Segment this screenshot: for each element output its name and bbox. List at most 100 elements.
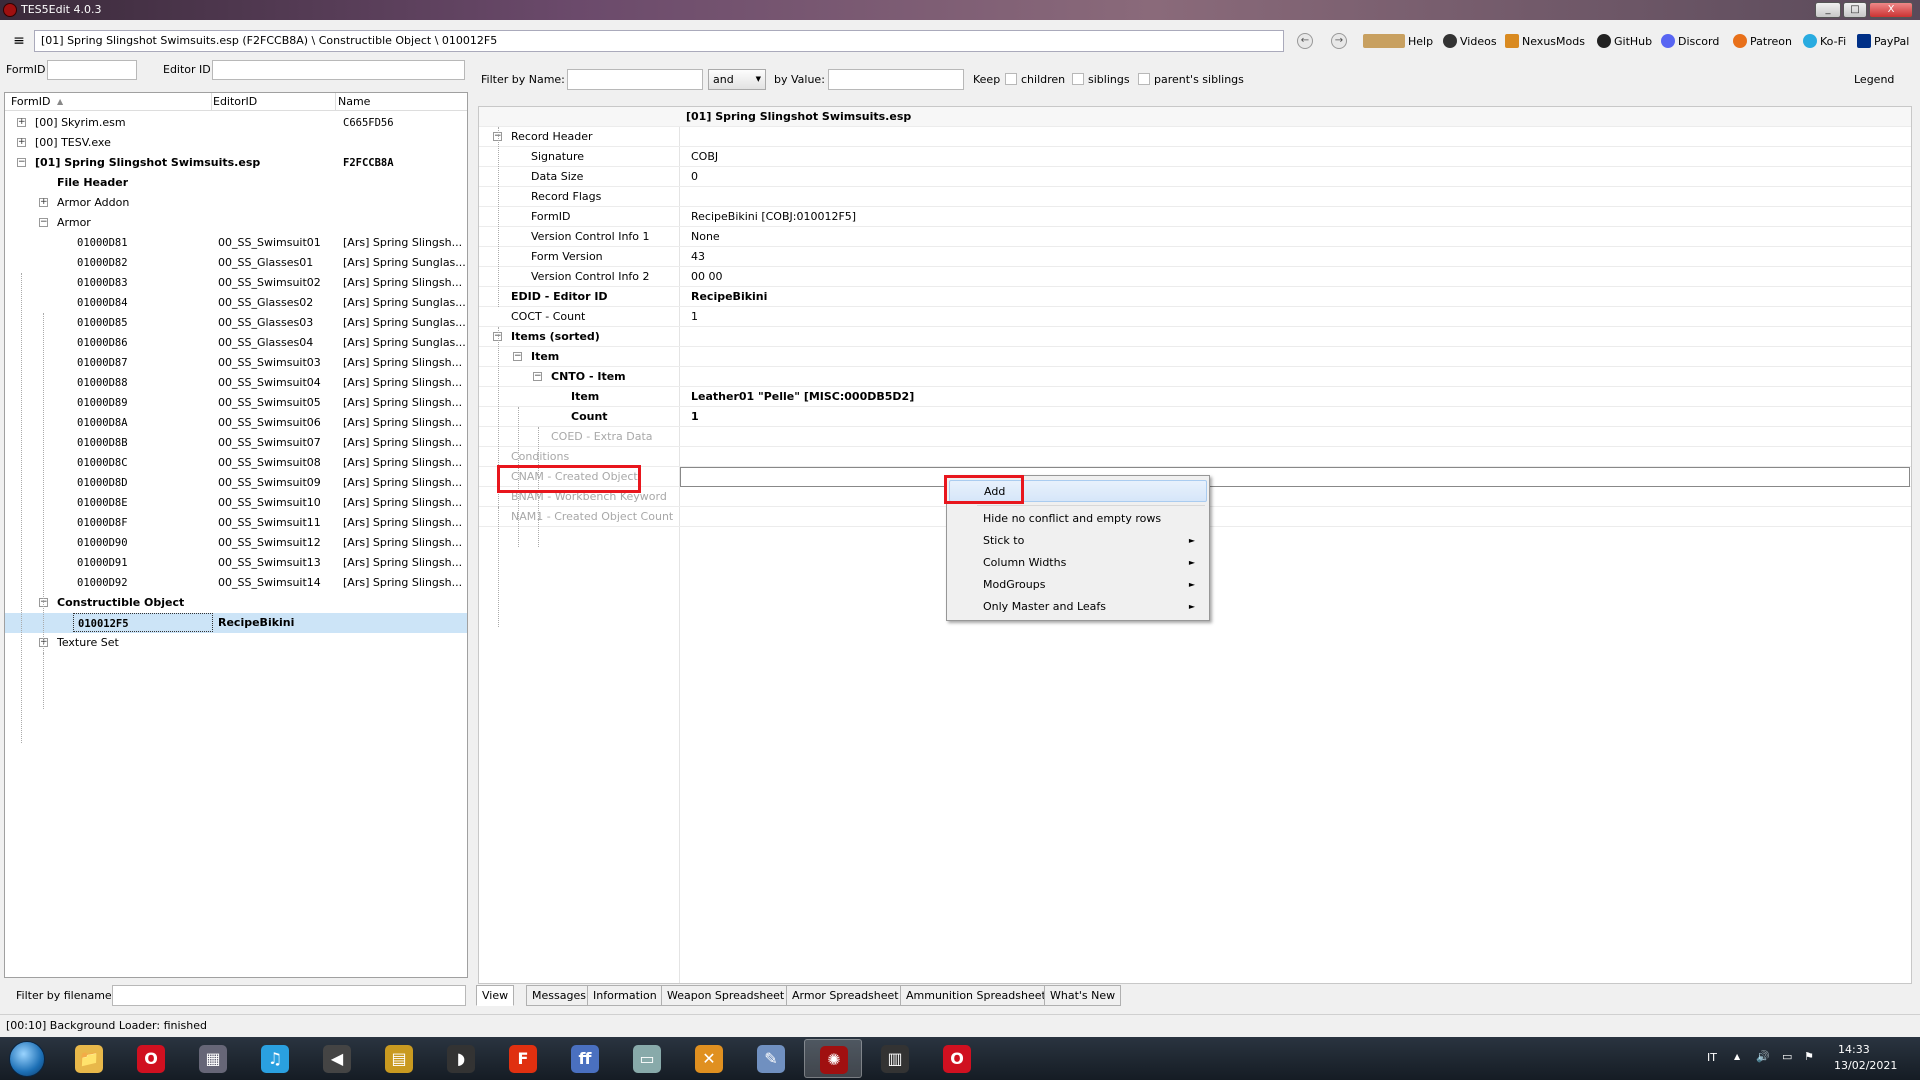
tree-row[interactable]: 01000D8B 00_SS_Swimsuit07 [Ars] Spring Sli…	[5, 433, 467, 453]
menu-item-hide-no-conflict-and-empty-rows[interactable]: Hide no conflict and empty rows	[949, 508, 1207, 530]
grid-row[interactable]: Form Version 43	[479, 247, 1911, 267]
taskbar-app-shield[interactable]: ◗	[432, 1039, 490, 1078]
formid-input[interactable]	[47, 60, 137, 80]
paypal-link[interactable]: PayPal	[1857, 34, 1909, 50]
collapse-icon[interactable]: −	[513, 352, 522, 361]
grid-row[interactable]: Count 1	[479, 407, 1911, 427]
tree-row[interactable]: File Header	[5, 173, 467, 193]
tree-row[interactable]: + [00] Skyrim.esm C665FD56	[5, 113, 467, 133]
github-link[interactable]: GitHub	[1597, 34, 1652, 50]
grid-row[interactable]: Item Leather01 "Pelle" [MISC:000DB5D2]	[479, 387, 1911, 407]
tree-row[interactable]: 01000D84 00_SS_Glasses02 [Ars] Spring Sung…	[5, 293, 467, 313]
tab-information[interactable]: Information	[587, 985, 663, 1006]
clock-time[interactable]: 14:33	[1838, 1043, 1870, 1056]
taskbar-app-speaker[interactable]: ◀	[308, 1039, 366, 1078]
tree-row[interactable]: 010012F5 RecipeBikini	[5, 613, 467, 633]
taskbar-app-opera2[interactable]: O	[928, 1039, 986, 1078]
menu-item-stick-to[interactable]: Stick to ►	[949, 530, 1207, 552]
taskbar-app-quill[interactable]: ✎	[742, 1039, 800, 1078]
name-column-header[interactable]: Name	[338, 93, 370, 111]
tab-ammunition-spreadsheet[interactable]: Ammunition Spreadsheet	[900, 985, 1052, 1006]
tree-row[interactable]: 01000D8D 00_SS_Swimsuit09 [Ars] Spring Sli…	[5, 473, 467, 493]
keep-siblings-checkbox[interactable]	[1072, 73, 1084, 85]
tree-row[interactable]: + [00] TESV.exe	[5, 133, 467, 153]
expand-icon[interactable]: +	[17, 118, 26, 127]
formid-column-header[interactable]: FormID	[11, 93, 50, 111]
back-icon[interactable]: ←	[1297, 33, 1313, 49]
action-center-flag-icon[interactable]: ⚑	[1804, 1050, 1814, 1063]
show-hidden-icons-icon[interactable]: ▲	[1734, 1052, 1740, 1061]
window-title-bar[interactable]: TES5Edit 4.0.3 _ □ X	[0, 0, 1920, 20]
videos-link[interactable]: Videos	[1443, 34, 1497, 50]
expand-icon[interactable]: +	[39, 198, 48, 207]
tree-row[interactable]: 01000D8A 00_SS_Swimsuit06 [Ars] Spring Sli…	[5, 413, 467, 433]
tree-row[interactable]: 01000D8F 00_SS_Swimsuit11 [Ars] Spring Sli…	[5, 513, 467, 533]
cnam-value-cell[interactable]	[680, 467, 1910, 487]
logic-operator-select[interactable]: and ▼	[708, 69, 766, 90]
tree-row[interactable]: 01000D82 00_SS_Glasses01 [Ars] Spring Sung…	[5, 253, 467, 273]
record-tree[interactable]: FormID ▲ EditorID Name + [00] Skyrim.esm C…	[4, 92, 468, 978]
filter-by-name-input[interactable]	[567, 69, 703, 90]
network-icon[interactable]: ▭	[1782, 1050, 1792, 1063]
main-menu-icon[interactable]: ≡	[12, 34, 26, 48]
tree-row[interactable]: 01000D89 00_SS_Swimsuit05 [Ars] Spring Sli…	[5, 393, 467, 413]
minimize-button[interactable]: _	[1815, 2, 1841, 18]
keep-children-checkbox[interactable]	[1005, 73, 1017, 85]
menu-item-modgroups[interactable]: ModGroups ►	[949, 574, 1207, 596]
grid-row[interactable]: COCT - Count 1	[479, 307, 1911, 327]
collapse-icon[interactable]: −	[39, 218, 48, 227]
forward-icon[interactable]: →	[1331, 33, 1347, 49]
collapse-icon[interactable]: −	[17, 158, 26, 167]
menu-item-only-master-and-leafs[interactable]: Only Master and Leafs ►	[949, 596, 1207, 618]
tab-what-s-new[interactable]: What's New	[1044, 985, 1122, 1006]
tree-row[interactable]: 01000D83 00_SS_Swimsuit02 [Ars] Spring Sli…	[5, 273, 467, 293]
tab-weapon-spreadsheet[interactable]: Weapon Spreadsheet	[661, 985, 791, 1006]
legend-button[interactable]: Legend	[1854, 71, 1894, 89]
tab-view[interactable]: View	[476, 985, 515, 1006]
tree-row[interactable]: 01000D81 00_SS_Swimsuit01 [Ars] Spring Sli…	[5, 233, 467, 253]
tree-row[interactable]: + Armor Addon	[5, 193, 467, 213]
tree-row[interactable]: 01000D87 00_SS_Swimsuit03 [Ars] Spring Sli…	[5, 353, 467, 373]
taskbar-app-opera[interactable]: O	[122, 1039, 180, 1078]
grid-row[interactable]: FormID RecipeBikini [COBJ:010012F5]	[479, 207, 1911, 227]
grid-row[interactable]: Data Size 0	[479, 167, 1911, 187]
close-button[interactable]: X	[1869, 2, 1913, 18]
tree-row[interactable]: 01000D88 00_SS_Swimsuit04 [Ars] Spring Sli…	[5, 373, 467, 393]
grid-row[interactable]: COED - Extra Data	[479, 427, 1911, 447]
nexusmods-link[interactable]: NexusMods	[1505, 34, 1585, 50]
grid-row[interactable]: Version Control Info 2 00 00	[479, 267, 1911, 287]
help-link[interactable]: Help	[1363, 34, 1433, 50]
taskbar-app-tes5edit[interactable]: ✺	[804, 1039, 862, 1078]
grid-row[interactable]: − Items (sorted)	[479, 327, 1911, 347]
taskbar-app-explorer[interactable]: 📁	[60, 1039, 118, 1078]
menu-item-column-widths[interactable]: Column Widths ►	[949, 552, 1207, 574]
input-language-indicator[interactable]: IT	[1707, 1051, 1717, 1064]
tree-row[interactable]: 01000D90 00_SS_Swimsuit12 [Ars] Spring Sli…	[5, 533, 467, 553]
discord-link[interactable]: Discord	[1661, 34, 1719, 50]
editorid-input[interactable]	[212, 60, 465, 80]
expand-icon[interactable]: +	[17, 138, 26, 147]
tree-row[interactable]: − Constructible Object	[5, 593, 467, 613]
record-path-field[interactable]: [01] Spring Slingshot Swimsuits.esp (F2F…	[34, 30, 1284, 52]
tree-row[interactable]: 01000D92 00_SS_Swimsuit14 [Ars] Spring Sli…	[5, 573, 467, 593]
tree-row[interactable]: + Texture Set	[5, 633, 467, 653]
tree-row[interactable]: 01000D85 00_SS_Glasses03 [Ars] Spring Sung…	[5, 313, 467, 333]
taskbar-app-media[interactable]: ▦	[184, 1039, 242, 1078]
taskbar-app-game[interactable]: ✕	[680, 1039, 738, 1078]
taskbar-app-notepad[interactable]: ▤	[370, 1039, 428, 1078]
taskbar-app-ffdec[interactable]: ff	[556, 1039, 614, 1078]
taskbar-app-itunes[interactable]: ♫	[246, 1039, 304, 1078]
taskbar-app-window[interactable]: ▭	[618, 1039, 676, 1078]
collapse-icon[interactable]: −	[533, 372, 542, 381]
tab-armor-spreadsheet[interactable]: Armor Spreadsheet	[786, 985, 905, 1006]
grid-row[interactable]: Version Control Info 1 None	[479, 227, 1911, 247]
filter-by-filename-input[interactable]	[112, 985, 466, 1006]
tree-row[interactable]: − [01] Spring Slingshot Swimsuits.esp F2FC…	[5, 153, 467, 173]
grid-row[interactable]: − Item	[479, 347, 1911, 367]
kofi-link[interactable]: Ko-Fi	[1803, 34, 1846, 50]
grid-row[interactable]: Conditions	[479, 447, 1911, 467]
clock-date[interactable]: 13/02/2021	[1834, 1059, 1897, 1072]
grid-row[interactable]: − Record Header	[479, 127, 1911, 147]
filter-by-value-input[interactable]	[828, 69, 964, 90]
taskbar-app-foxit[interactable]: F	[494, 1039, 552, 1078]
